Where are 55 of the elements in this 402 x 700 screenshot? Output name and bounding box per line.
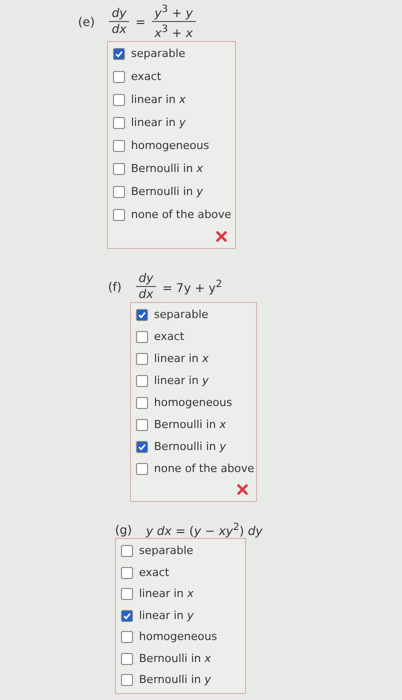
checkbox[interactable] — [113, 71, 125, 83]
option-label: exact — [139, 566, 170, 580]
option-label: separable — [139, 544, 194, 558]
equation-text: = — [135, 14, 146, 28]
checkbox[interactable] — [136, 353, 148, 365]
checkbox[interactable] — [136, 375, 148, 387]
option-label: homogeneous — [139, 630, 218, 644]
checkbox[interactable] — [121, 610, 133, 622]
checkbox[interactable] — [121, 631, 133, 643]
option-label: linear in y — [139, 608, 194, 622]
checkbox[interactable] — [136, 331, 148, 343]
fraction: dy dx — [108, 6, 130, 37]
fraction: y$^{3}$ + y x$^{3}$ + x — [152, 2, 196, 41]
option-label: separable — [154, 308, 208, 322]
option-label: Bernoulli in y — [154, 440, 226, 454]
checkbox[interactable] — [113, 163, 125, 175]
checkbox[interactable] — [136, 419, 148, 431]
checkbox[interactable] — [136, 441, 148, 453]
equation-text: = 7y + y$^{2}$ — [162, 278, 222, 294]
option-label: exact — [131, 70, 162, 84]
option-label: Bernoulli in y — [131, 185, 204, 199]
checkbox[interactable] — [113, 186, 125, 198]
checkbox[interactable] — [113, 140, 125, 152]
checkbox[interactable] — [113, 94, 125, 106]
checkbox[interactable] — [121, 566, 133, 578]
equation-text: y dx = (y − xy$^{2}$) dy — [146, 522, 263, 538]
checkbox[interactable] — [121, 545, 133, 557]
option-label: linear in x — [131, 93, 186, 107]
checkbox[interactable] — [113, 117, 125, 129]
checkbox[interactable] — [121, 588, 133, 600]
checkbox[interactable] — [113, 209, 125, 221]
option-label: none of the above — [131, 208, 232, 222]
option-label: none of the above — [154, 462, 254, 476]
option-label: linear in y — [154, 374, 209, 388]
checkbox[interactable] — [113, 48, 125, 60]
option-label: homogeneous — [154, 396, 232, 410]
option-label: linear in x — [139, 587, 194, 601]
checkbox[interactable] — [136, 397, 148, 409]
option-label: linear in x — [154, 352, 209, 366]
question-label: (g) — [115, 523, 132, 537]
checkbox[interactable] — [136, 309, 148, 321]
option-label: linear in y — [131, 116, 186, 130]
option-label: homogeneous — [131, 139, 210, 153]
fraction: dy dx — [136, 271, 156, 302]
option-label: Bernoulli in y — [139, 673, 212, 687]
checkbox[interactable] — [121, 674, 133, 686]
option-label: exact — [154, 330, 184, 344]
question-label: (f) — [108, 280, 122, 294]
checkbox[interactable] — [136, 463, 148, 475]
option-label: separable — [131, 47, 186, 61]
question-label: (e) — [78, 14, 95, 28]
option-label: Bernoulli in x — [139, 652, 212, 666]
checkbox[interactable] — [121, 652, 133, 664]
option-label: Bernoulli in x — [154, 418, 226, 432]
option-label: Bernoulli in x — [131, 162, 204, 176]
